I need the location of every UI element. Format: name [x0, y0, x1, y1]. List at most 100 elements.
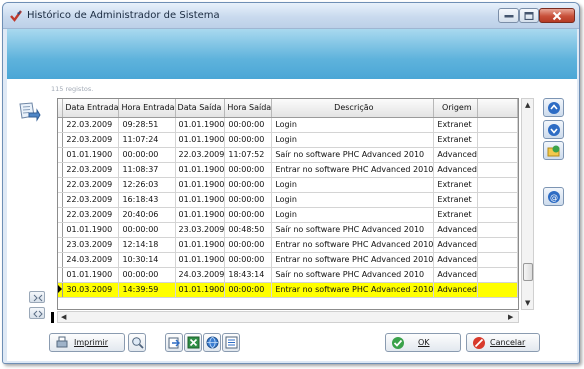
export-button[interactable]	[165, 333, 183, 352]
table-row[interactable]: 24.03.2009 10:30:14 01.01.1900 00:00:00 Entr…	[58, 252, 518, 268]
col-data-saida[interactable]: Data Saída	[175, 99, 226, 118]
cell-hora-saida: 00:00:00	[224, 237, 273, 253]
cell-data-entrada: 24.03.2009	[62, 252, 120, 268]
table-row[interactable]: 22.03.2009 11:07:24 01.01.1900 00:00:00 Logi…	[58, 132, 518, 148]
imprimir-label: Imprimir	[74, 338, 109, 347]
minimize-button[interactable]	[498, 8, 519, 23]
scroll-down-arrow-icon[interactable]: ▼	[525, 299, 530, 307]
export-icon	[168, 337, 180, 349]
table-row[interactable]: 22.03.2009 12:26:03 01.01.1900 00:00:00 Logi…	[58, 177, 518, 193]
check-icon	[392, 337, 404, 349]
table-row[interactable]: 22.03.2009 20:40:06 01.01.1900 00:00:00 Logi…	[58, 207, 518, 223]
table-row[interactable]: 30.03.2009 14:39:59 01.01.1900 00:00:00 Entr…	[58, 282, 518, 298]
ok-label: OK	[418, 338, 430, 347]
cell-hora-entrada: 00:00:00	[118, 222, 176, 238]
collapse-rows-button[interactable]	[29, 291, 45, 303]
excel-button[interactable]	[184, 333, 202, 352]
cell-hora-saida: 00:00:00	[224, 207, 273, 223]
cell-descricao: Login	[271, 177, 435, 193]
cell-data-saida: 01.01.1900	[175, 132, 226, 148]
col-hora-saida[interactable]: Hora Saída	[224, 99, 273, 118]
list-button[interactable]	[222, 333, 240, 352]
cell-data-saida: 23.03.2009	[175, 222, 226, 238]
cell-data-saida: 01.01.1900	[175, 177, 226, 193]
cell-origem: Advanced	[433, 147, 479, 163]
header-band	[7, 29, 577, 79]
cell-hora-saida: 00:00:00	[224, 252, 273, 268]
cancelar-button[interactable]: Cancelar	[466, 333, 540, 352]
vertical-scrollbar[interactable]: ▲ ▼	[521, 98, 534, 310]
maximize-button[interactable]	[519, 8, 539, 23]
cell-data-entrada: 01.01.1900	[62, 267, 120, 283]
window-title: Histórico de Administrador de Sistema	[27, 10, 220, 21]
row-marker	[51, 312, 54, 323]
horizontal-scrollbar[interactable]: ◀ ▶	[57, 311, 519, 323]
help-icon: @	[548, 191, 560, 203]
preview-button[interactable]	[128, 333, 146, 352]
cell-hora-entrada: 16:18:43	[118, 192, 176, 208]
cell-filler	[477, 237, 518, 253]
scroll-right-arrow-icon[interactable]: ▶	[508, 313, 513, 321]
cancel-icon	[473, 337, 485, 349]
row-pointer-icon	[58, 284, 62, 293]
cell-hora-saida: 00:00:00	[224, 162, 273, 178]
table-row[interactable]: 23.03.2009 12:14:18 01.01.1900 00:00:00 Entr…	[58, 237, 518, 253]
table-row[interactable]: 01.01.1900 00:00:00 22.03.2009 11:07:52 Saír…	[58, 147, 518, 163]
cell-filler	[477, 132, 518, 148]
cell-hora-saida: 11:07:52	[224, 147, 273, 163]
cell-data-entrada: 23.03.2009	[62, 237, 120, 253]
cell-hora-saida: 00:00:00	[224, 177, 273, 193]
cell-data-saida: 01.01.1900	[175, 192, 226, 208]
cell-descricao: Saír no software PHC Advanced 2010	[271, 147, 435, 163]
cell-hora-entrada: 12:26:03	[118, 177, 176, 193]
cell-hora-entrada: 10:30:14	[118, 252, 176, 268]
app-icon	[10, 10, 22, 22]
document-arrow-icon	[17, 101, 41, 123]
cell-origem: Advanced	[433, 237, 479, 253]
expand-rows-button[interactable]	[29, 307, 45, 319]
help-button[interactable]: @	[543, 187, 564, 206]
cell-descricao: Saír no software PHC Advanced 2010	[271, 222, 435, 238]
cell-descricao: Saír no software PHC Advanced 2010	[271, 267, 435, 283]
table-row[interactable]: 22.03.2009 11:08:37 01.01.1900 00:00:00 Entr…	[58, 162, 518, 178]
list-icon	[225, 336, 238, 349]
ok-button[interactable]: OK	[385, 333, 461, 352]
col-filler	[477, 99, 518, 118]
move-up-button[interactable]	[543, 98, 564, 117]
cell-origem: Extranet	[433, 117, 479, 133]
table-row[interactable]: 01.01.1900 00:00:00 24.03.2009 18:43:14 Saír…	[58, 267, 518, 283]
close-button[interactable]	[539, 8, 575, 23]
cell-hora-entrada: 14:39:59	[118, 282, 176, 298]
table-row[interactable]: 22.03.2009 09:28:51 01.01.1900 00:00:00 Logi…	[58, 117, 518, 133]
cell-data-entrada: 30.03.2009	[62, 282, 120, 298]
cell-data-saida: 24.03.2009	[175, 267, 226, 283]
printer-icon	[56, 336, 68, 348]
cell-descricao: Entrar no software PHC Advanced 2010	[271, 252, 435, 268]
col-hora-entrada[interactable]: Hora Entrada	[118, 99, 176, 118]
scroll-up-arrow-icon[interactable]: ▲	[525, 101, 530, 109]
move-down-button[interactable]	[543, 120, 564, 139]
cell-descricao: Entrar no software PHC Advanced 2010	[271, 282, 435, 298]
scroll-left-arrow-icon[interactable]: ◀	[61, 313, 66, 321]
cell-hora-entrada: 00:00:00	[118, 147, 176, 163]
cell-data-entrada: 01.01.1900	[62, 147, 120, 163]
content-area: 115 registos. Data Entrada Hora Entrada	[7, 79, 577, 361]
cell-filler	[477, 252, 518, 268]
cell-data-entrada: 22.03.2009	[62, 177, 120, 193]
web-button[interactable]	[203, 333, 221, 352]
refresh-button[interactable]	[543, 141, 564, 160]
scroll-thumb[interactable]	[523, 263, 533, 281]
arrow-up-icon	[548, 102, 560, 114]
col-origem[interactable]: Origem	[433, 99, 479, 118]
cell-origem: Extranet	[433, 192, 479, 208]
table-row[interactable]: 22.03.2009 16:18:43 01.01.1900 00:00:00 Logi…	[58, 192, 518, 208]
cell-hora-saida: 00:00:00	[224, 117, 273, 133]
cell-filler	[477, 222, 518, 238]
magnifier-icon	[132, 337, 144, 349]
title-bar: Histórico de Administrador de Sistema	[3, 3, 579, 29]
imprimir-button[interactable]: Imprimir	[49, 333, 125, 352]
table-row[interactable]: 01.01.1900 00:00:00 23.03.2009 00:48:50 Saír…	[58, 222, 518, 238]
col-data-entrada[interactable]: Data Entrada	[62, 99, 120, 118]
cell-data-saida: 01.01.1900	[175, 117, 226, 133]
col-descricao[interactable]: Descrição	[271, 99, 435, 118]
